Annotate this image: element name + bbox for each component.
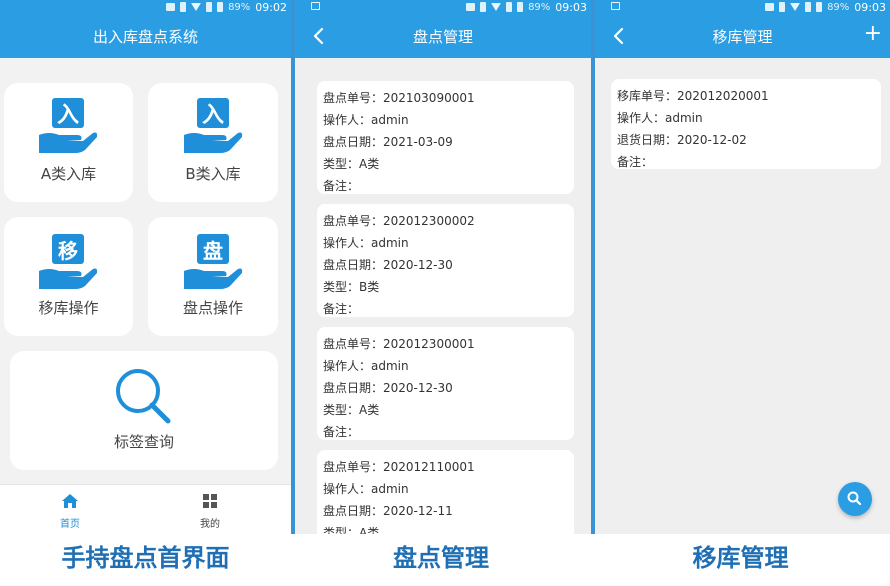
page-title: 移库管理 [712,27,773,46]
stocktake-hand-icon: 盘 [184,234,243,289]
tab-label: 我的 [200,519,220,530]
list-item[interactable]: 盘点单号：202103090001 操作人：admin 盘点日期：2021-03… [317,81,574,194]
composite-screenshot: 89% 09:02 出入库盘点系统 入 A类入库 入 B类入库 移 移库操作 盘… [0,0,890,586]
transfer-list-screen: 89% 09:03 移库管理 + 移库单号：202012020001 操作人：a… [595,0,890,534]
operator: 操作人：admin [323,236,409,250]
vibrate-icon [779,2,786,12]
back-arrow-icon[interactable] [309,26,329,46]
battery-icon [517,2,524,12]
order-number: 移库单号：202012020001 [617,89,769,103]
battery-percent: 89% [228,1,251,13]
add-button[interactable]: + [864,22,882,46]
tile-label: B类入库 [185,165,241,183]
clock: 09:02 [255,0,287,14]
tile-label: 标签查询 [113,433,174,451]
transfer-hand-icon: 移 [39,234,98,289]
vibrate-icon [480,2,487,12]
vibrate-icon [180,2,187,12]
no-sim-icon [206,2,213,12]
note: 备注： [617,155,654,169]
battery-icon [816,2,823,12]
home-screen: 89% 09:02 出入库盘点系统 入 A类入库 入 B类入库 移 移库操作 盘… [0,0,291,534]
type: 类型：A类 [323,526,380,534]
operator: 操作人：admin [323,113,409,127]
inbound-glyph: 入 [57,103,79,128]
tile-label-query[interactable]: 标签查询 [10,351,278,470]
battery-percent: 89% [528,1,551,13]
date: 退货日期：2020-12-02 [617,133,747,147]
order-number: 盘点单号：202012300001 [323,337,475,351]
note: 备注： [323,302,360,316]
wifi-icon [491,3,502,11]
battery-percent: 89% [827,1,850,13]
home-icon [62,494,78,508]
tile-b-inbound[interactable]: 入 B类入库 [148,83,278,202]
type: 类型：A类 [323,157,380,171]
wifi-icon [191,3,202,11]
status-bar: 89% 09:03 [595,0,890,14]
tab-label: 首页 [60,519,80,530]
tab-mine[interactable]: 我的 [140,485,280,534]
list-item[interactable]: 盘点单号：202012300001 操作人：admin 盘点日期：2020-12… [317,327,574,440]
cast-icon [765,3,775,11]
date: 盘点日期：2020-12-30 [323,381,453,395]
list-item[interactable]: 盘点单号：202012110001 操作人：admin 盘点日期：2020-12… [317,450,574,534]
cast-icon [166,3,176,11]
stocktake-list-screen: 89% 09:03 盘点管理 盘点单号：202103090001 操作人：adm… [295,0,591,534]
tile-stocktake[interactable]: 盘 盘点操作 [148,217,278,336]
caption-stocktake: 盘点管理 [393,544,489,572]
status-bar: 89% 09:02 [0,0,291,14]
no-sim-icon [805,2,812,12]
type: 类型：A类 [323,403,380,417]
tile-transfer[interactable]: 移 移库操作 [4,217,133,336]
magnifier-icon [116,369,171,424]
operator: 操作人：admin [323,482,409,496]
tile-a-inbound[interactable]: 入 A类入库 [4,83,133,202]
note: 备注： [323,425,360,439]
page-title: 盘点管理 [412,27,473,46]
back-arrow-icon[interactable] [609,26,629,46]
page-title: 出入库盘点系统 [92,27,198,46]
operator: 操作人：admin [617,111,703,125]
inbound-glyph: 入 [202,103,224,128]
no-sim-icon [506,2,513,12]
inbound-hand-icon: 入 [184,98,243,153]
app-bar: 出入库盘点系统 [0,14,291,58]
image-notification-icon [311,2,320,10]
operator: 操作人：admin [323,359,409,373]
search-fab-button[interactable] [838,482,872,516]
tab-home[interactable]: 首页 [0,485,140,534]
inbound-hand-icon: 入 [39,98,98,153]
search-icon [847,491,862,506]
app-bar: 移库管理 + [595,14,890,58]
app-bar: 盘点管理 [295,14,591,58]
type: 类型：B类 [323,280,380,294]
stocktake-glyph: 盘 [203,239,223,263]
bottom-tab-bar: 首页 我的 [0,484,291,534]
tile-label: 移库操作 [38,299,99,317]
tile-label: A类入库 [40,165,97,183]
cast-icon [466,3,476,11]
order-number: 盘点单号：202012300002 [323,214,475,228]
clock: 09:03 [854,0,886,14]
battery-icon [217,2,224,12]
tile-label: 盘点操作 [182,299,243,317]
caption-transfer: 移库管理 [692,544,789,572]
date: 盘点日期：2020-12-11 [323,504,453,518]
status-bar: 89% 09:03 [295,0,591,14]
clock: 09:03 [555,0,587,14]
caption-home: 手持盘点首界面 [61,544,230,572]
order-number: 盘点单号：202103090001 [323,91,475,105]
list-item[interactable]: 盘点单号：202012300002 操作人：admin 盘点日期：2020-12… [317,204,574,317]
note: 备注： [323,179,360,193]
grid-icon [203,494,217,508]
date: 盘点日期：2021-03-09 [323,135,453,149]
list-item[interactable]: 移库单号：202012020001 操作人：admin 退货日期：2020-12… [611,79,881,169]
wifi-icon [790,3,801,11]
order-number: 盘点单号：202012110001 [323,460,475,474]
image-notification-icon [611,2,620,10]
date: 盘点日期：2020-12-30 [323,258,453,272]
transfer-glyph: 移 [58,239,78,263]
